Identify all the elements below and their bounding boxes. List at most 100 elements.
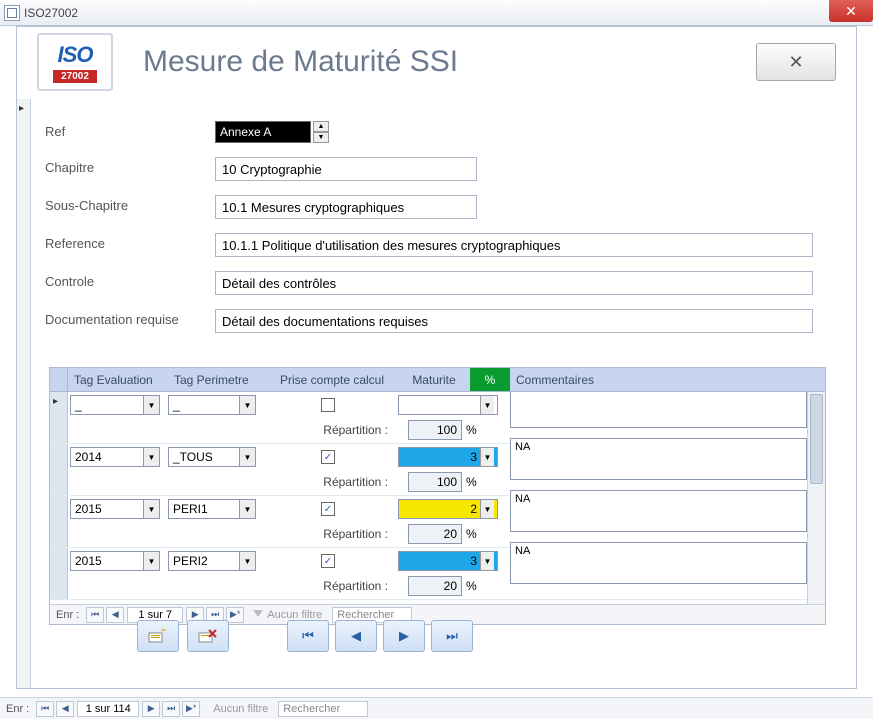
recnav-first-button[interactable]: ⏮ <box>86 607 104 623</box>
fields-area: Ref ▲ ▼ Chapitre Sous-Chapitre Reference… <box>45 121 836 347</box>
new-record-icon <box>148 628 168 644</box>
subform-body: _▼_▼▼Répartition :100%2014▼_TOUS▼✓3▼NARé… <box>50 392 807 604</box>
chevron-down-icon: ▼ <box>480 500 494 518</box>
next-record-button[interactable]: ▶ <box>383 620 425 652</box>
repartition-label: Répartition : <box>288 579 388 593</box>
subform: Tag Evaluation Tag Perimetre Prise compt… <box>49 367 826 625</box>
repartition-label: Répartition : <box>288 423 388 437</box>
last-record-button[interactable]: ⏭ <box>431 620 473 652</box>
recnav-prev-button[interactable]: ◀ <box>106 607 124 623</box>
outer-first-button[interactable]: ⏮ <box>36 701 54 717</box>
window-close-button[interactable]: ✕ <box>829 0 873 22</box>
ref-spin-up[interactable]: ▲ <box>313 121 329 132</box>
outer-new-button[interactable]: ▶* <box>182 701 200 717</box>
window-titlebar: ISO27002 ✕ <box>0 0 873 26</box>
maturite-combo[interactable]: 3▼ <box>398 447 498 467</box>
maturite-combo[interactable]: ▼ <box>398 395 498 415</box>
ref-label: Ref <box>45 121 215 139</box>
col-prise-compte: Prise compte calcul <box>266 373 398 387</box>
col-percent: % <box>470 368 510 391</box>
row-selector[interactable] <box>50 548 68 599</box>
reference-input[interactable] <box>215 233 813 257</box>
repartition-label: Répartition : <box>288 475 388 489</box>
first-icon: ⏮ <box>302 628 314 644</box>
tag-evaluation-combo[interactable]: 2015▼ <box>70 499 160 519</box>
col-commentaires: Commentaires <box>510 373 807 387</box>
tag-perimetre-combo[interactable]: PERI1▼ <box>168 499 256 519</box>
first-record-button[interactable]: ⏮ <box>287 620 329 652</box>
new-record-button[interactable] <box>137 620 179 652</box>
ref-input[interactable] <box>215 121 311 143</box>
chevron-down-icon: ▼ <box>480 396 494 414</box>
repartition-input[interactable]: 100 <box>408 472 462 492</box>
repartition-label: Répartition : <box>288 527 388 541</box>
chevron-down-icon: ▼ <box>239 500 255 518</box>
last-icon: ⏭ <box>446 628 458 644</box>
maturite-combo[interactable]: 3▼ <box>398 551 498 571</box>
repartition-input[interactable]: 20 <box>408 576 462 596</box>
logo-text: ISO <box>58 42 93 68</box>
row-selector[interactable] <box>50 496 68 547</box>
form-header: ISO 27002 Mesure de Maturité SSI ✕ <box>17 27 856 97</box>
delete-record-icon <box>198 628 218 644</box>
funnel-icon <box>253 610 263 620</box>
tag-evaluation-combo[interactable]: 2014▼ <box>70 447 160 467</box>
subform-scrollbar[interactable] <box>807 392 825 604</box>
row-selector[interactable] <box>50 444 68 495</box>
table-row: 2015▼PERI1▼✓2▼NARépartition :20% <box>50 496 807 548</box>
percent-sign: % <box>466 475 477 489</box>
sous-chapitre-label: Sous-Chapitre <box>45 195 215 213</box>
next-icon: ▶ <box>399 628 409 644</box>
tag-evaluation-combo[interactable]: _▼ <box>70 395 160 415</box>
percent-sign: % <box>466 527 477 541</box>
outer-position[interactable]: 1 sur 114 <box>77 701 139 717</box>
chapitre-input[interactable] <box>215 157 477 181</box>
logo-number: 27002 <box>53 70 97 83</box>
col-maturite: Maturite <box>398 373 470 387</box>
form-content: ISO 27002 Mesure de Maturité SSI ✕ ▸ Ref… <box>16 26 857 689</box>
table-row: 2015▼PERI2▼✓3▼NARépartition :20% <box>50 548 807 600</box>
tag-perimetre-combo[interactable]: PERI2▼ <box>168 551 256 571</box>
prise-compte-checkbox[interactable]: ✓ <box>321 554 335 568</box>
prev-record-button[interactable]: ◀ <box>335 620 377 652</box>
close-icon: ✕ <box>788 52 803 73</box>
recnav-label: Enr : <box>50 609 85 621</box>
record-nav-buttons: ⏮ ◀ ▶ ⏭ <box>137 620 473 652</box>
page-title: Mesure de Maturité SSI <box>113 45 756 79</box>
recnav-filter[interactable]: Aucun filtre <box>253 609 322 621</box>
form-icon <box>4 5 20 21</box>
controle-input[interactable] <box>215 271 813 295</box>
repartition-input[interactable]: 20 <box>408 524 462 544</box>
outer-filter[interactable]: Aucun filtre <box>209 703 268 715</box>
delete-record-button[interactable] <box>187 620 229 652</box>
ref-spin-down[interactable]: ▼ <box>313 132 329 143</box>
maturite-combo[interactable]: 2▼ <box>398 499 498 519</box>
table-row: 2014▼_TOUS▼✓3▼NARépartition :100% <box>50 444 807 496</box>
prise-compte-checkbox[interactable] <box>321 398 335 412</box>
table-row: _▼_▼▼Répartition :100% <box>50 392 807 444</box>
prev-icon: ◀ <box>351 628 361 644</box>
record-selector[interactable]: ▸ <box>17 99 31 688</box>
chevron-down-icon: ▼ <box>239 396 255 414</box>
chapitre-label: Chapitre <box>45 157 215 175</box>
repartition-input[interactable]: 100 <box>408 420 462 440</box>
chevron-down-icon: ▼ <box>239 448 255 466</box>
row-selector[interactable] <box>50 392 68 443</box>
percent-sign: % <box>466 423 477 437</box>
outer-next-button[interactable]: ▶ <box>142 701 160 717</box>
tag-perimetre-combo[interactable]: _TOUS▼ <box>168 447 256 467</box>
sous-chapitre-input[interactable] <box>215 195 477 219</box>
iso-logo: ISO 27002 <box>37 33 113 91</box>
controle-label: Controle <box>45 271 215 289</box>
documentation-input[interactable] <box>215 309 813 333</box>
window-title: ISO27002 <box>24 6 78 20</box>
prise-compte-checkbox[interactable]: ✓ <box>321 450 335 464</box>
tag-perimetre-combo[interactable]: _▼ <box>168 395 256 415</box>
outer-prev-button[interactable]: ◀ <box>56 701 74 717</box>
close-form-button[interactable]: ✕ <box>756 43 836 81</box>
outer-search[interactable]: Rechercher <box>278 701 368 717</box>
subform-header: Tag Evaluation Tag Perimetre Prise compt… <box>50 368 825 392</box>
prise-compte-checkbox[interactable]: ✓ <box>321 502 335 516</box>
outer-last-button[interactable]: ⏭ <box>162 701 180 717</box>
tag-evaluation-combo[interactable]: 2015▼ <box>70 551 160 571</box>
